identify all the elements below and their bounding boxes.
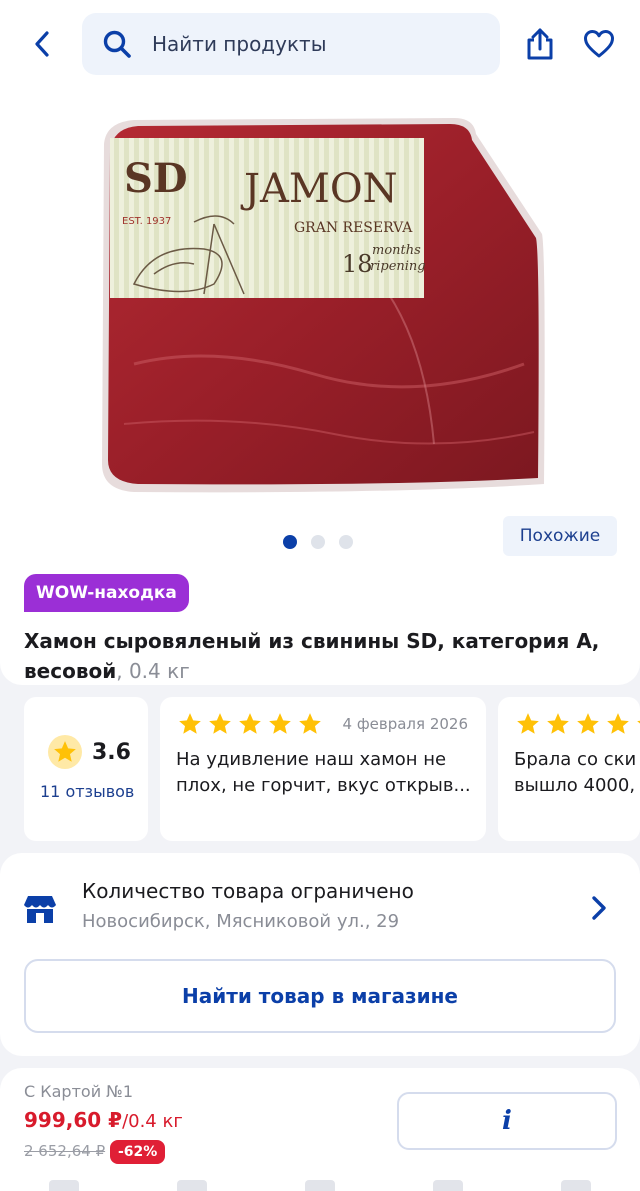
gallery-dot[interactable]: [339, 535, 353, 549]
star-icon: [269, 713, 291, 734]
star-icon: [179, 713, 201, 734]
reviews-count-link[interactable]: 11 отзывов: [40, 782, 134, 801]
star-icon: [577, 713, 599, 734]
price-unit: /0.4 кг: [122, 1111, 183, 1132]
tab-icon[interactable]: [561, 1180, 591, 1191]
chevron-right-icon[interactable]: [588, 893, 610, 923]
stock-status-title: Количество товара ограничено: [82, 879, 414, 903]
product-title: Хамон сыровяленый из свинины SD, категор…: [24, 626, 624, 686]
star-icon: [517, 713, 539, 734]
search-bar[interactable]: [82, 13, 500, 75]
product-gallery[interactable]: SD EST. 1937 JAMON GRAN RESERVA 18 month…: [0, 90, 640, 568]
rating-row: 3.6: [48, 735, 131, 769]
rating-value: 3.6: [92, 739, 131, 765]
rating-summary[interactable]: 3.6 11 отзывов: [24, 697, 148, 841]
gallery-dot[interactable]: [283, 535, 297, 549]
tab-icon[interactable]: [49, 1180, 79, 1191]
wow-badge: WOW-находка: [24, 574, 189, 612]
label-months-number: 18: [342, 250, 373, 278]
label-ripening-text: ripening: [370, 259, 426, 274]
product-title-card: WOW-находка Хамон сыровяленый из свинины…: [0, 568, 640, 685]
back-arrow-icon: [35, 31, 49, 57]
product-image: SD EST. 1937 JAMON GRAN RESERVA 18 month…: [102, 118, 545, 493]
brand-est-text: EST. 1937: [122, 216, 171, 227]
star-icon: [299, 713, 321, 734]
favorite-button[interactable]: [580, 26, 618, 62]
store-icon: [24, 896, 56, 923]
brand-logo-text: SD: [124, 155, 188, 202]
gallery-dot[interactable]: [311, 535, 325, 549]
tab-icon[interactable]: [305, 1180, 335, 1191]
star-icon: [48, 735, 82, 769]
tab-icon[interactable]: [433, 1180, 463, 1191]
share-icon: [527, 28, 553, 60]
star-icon: [547, 713, 569, 734]
label-months-text: months: [372, 243, 421, 258]
label-subtitle-text: GRAN RESERVA: [294, 220, 413, 236]
bottom-tabbar-peek: [0, 1180, 640, 1191]
product-weight: , 0.4 кг: [116, 659, 190, 683]
share-button[interactable]: [522, 24, 558, 64]
star-icon: [637, 720, 640, 724]
info-button[interactable]: i: [397, 1092, 617, 1150]
review-stars: [176, 711, 324, 737]
label-title-text: JAMON: [240, 166, 398, 212]
heart-icon: [584, 30, 614, 58]
store-availability-card: Количество товара ограничено Новосибирск…: [0, 853, 640, 1056]
product-page: SD EST. 1937 JAMON GRAN RESERVA 18 month…: [0, 0, 640, 1191]
discount-badge: -62%: [110, 1140, 166, 1164]
similar-button[interactable]: Похожие: [503, 516, 617, 556]
back-button[interactable]: [26, 28, 58, 60]
product-name: Хамон сыровяленый из свинины SD, категор…: [24, 629, 600, 683]
card-price-label: С Картой №1: [24, 1082, 133, 1101]
gallery-pagination: [283, 535, 353, 549]
old-price: 2 652,64 ₽: [24, 1142, 106, 1160]
search-icon: [100, 27, 134, 61]
review-text: Брала со ски вышло 4000,: [514, 749, 637, 796]
star-icon: [607, 713, 629, 734]
price-bar: С Картой №1 999,60 ₽/0.4 кг 2 652,64 ₽ -…: [0, 1068, 640, 1191]
price-value: 999,60 ₽: [24, 1108, 123, 1132]
review-date: 4 февраля 2026: [342, 715, 468, 733]
find-in-store-button[interactable]: Найти товар в магазине: [24, 959, 616, 1033]
search-input[interactable]: [152, 32, 472, 56]
current-price: 999,60 ₽/0.4 кг: [24, 1108, 183, 1132]
review-stars: [514, 711, 640, 737]
star-icon: [239, 713, 261, 734]
star-icon: [209, 713, 231, 734]
review-card[interactable]: 4 февраля 2026 На удивление наш хамон не…: [160, 697, 486, 841]
tab-icon[interactable]: [177, 1180, 207, 1191]
store-address: Новосибирск, Мясниковой ул., 29: [82, 911, 400, 932]
review-text: На удивление наш хамон не плох, не горчи…: [176, 749, 471, 796]
top-bar: [0, 0, 640, 90]
review-card[interactable]: Брала со ски вышло 4000,: [498, 697, 640, 841]
